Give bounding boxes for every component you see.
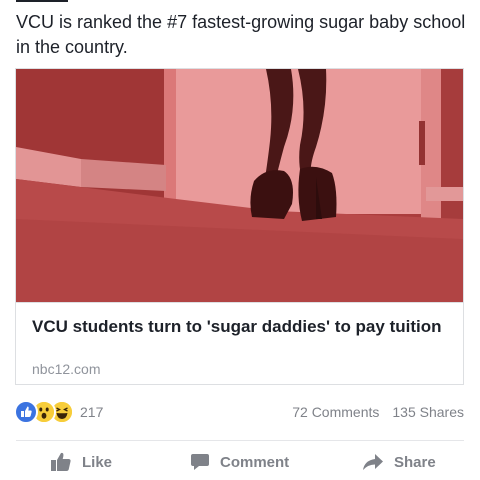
link-domain: nbc12.com: [32, 361, 101, 377]
comment-label: Comment: [220, 453, 290, 471]
actions-divider: [16, 440, 464, 441]
reactions-summary[interactable]: 217: [14, 400, 104, 424]
share-arrow-icon: [363, 454, 383, 470]
like-label: Like: [82, 453, 113, 471]
top-divider: [16, 0, 68, 2]
comment-button[interactable]: Comment: [190, 452, 289, 472]
shares-count[interactable]: 135 Shares: [392, 404, 464, 420]
reaction-count: 217: [80, 404, 104, 420]
comments-count[interactable]: 72 Comments: [292, 404, 379, 420]
comment-bubble-icon: [191, 454, 209, 470]
share-label: Share: [394, 453, 436, 471]
thumbs-up-icon: [51, 452, 71, 471]
link-preview-card[interactable]: VCU students turn to 'sugar daddies' to …: [15, 68, 464, 385]
link-preview-image[interactable]: [16, 69, 463, 302]
photo-high-heels-on-carpet: [16, 69, 463, 302]
post-text: VCU is ranked the #7 fastest-growing sug…: [16, 12, 466, 57]
link-preview-body[interactable]: VCU students turn to 'sugar daddies' to …: [16, 302, 463, 384]
post-stats: 72 Comments 135 Shares: [292, 404, 464, 420]
like-reaction-icon: [14, 400, 38, 424]
share-button[interactable]: Share: [362, 452, 436, 472]
like-button[interactable]: Like: [50, 452, 112, 472]
link-title[interactable]: VCU students turn to 'sugar daddies' to …: [32, 316, 442, 338]
post-actions-bar: Like Comment Share: [0, 452, 480, 480]
